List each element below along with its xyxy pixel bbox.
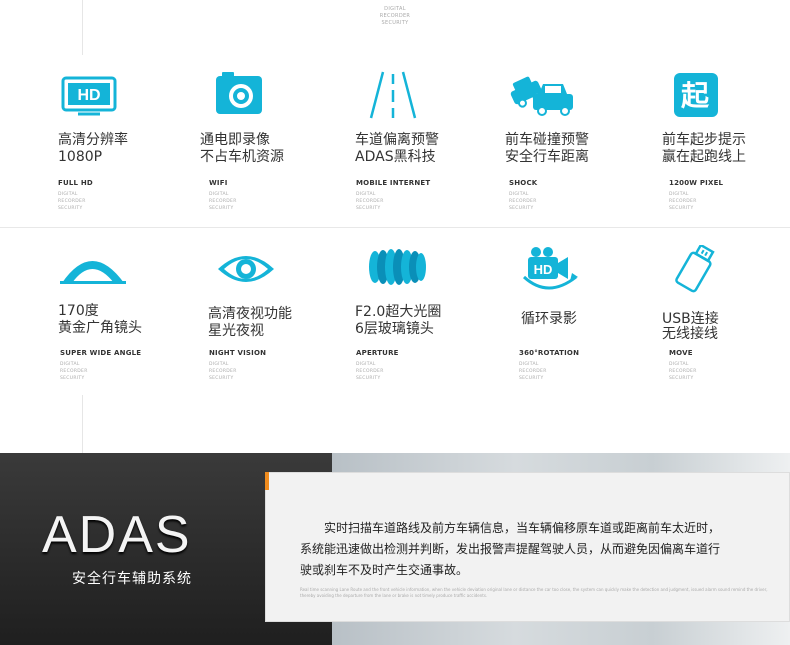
camera-icon (216, 72, 262, 114)
feature-move: USB连接 无线接线 MOVE DIGITAL RECORDER SECURITY (662, 245, 790, 385)
mini-caption: DIGITAL RECORDER SECURITY (669, 362, 697, 381)
adas-fine-print: Real time scanning Lane Route and the fr… (300, 587, 768, 598)
mini-caption: DIGITAL RECORDER SECURITY (60, 362, 88, 381)
feature-night-vision: 高清夜视功能 星光夜视 NIGHT VISION DIGITAL RECORDER… (208, 245, 358, 385)
svg-text:HD: HD (77, 87, 100, 104)
mini-caption: DIGITAL RECORDER SECURITY (209, 192, 237, 211)
mini-caption: DIGITAL RECORDER SECURITY (356, 362, 384, 381)
mini-caption: DIGITAL RECORDER SECURITY (356, 192, 384, 211)
hd-monitor-icon: HD (61, 76, 117, 116)
adas-accent-bar (265, 472, 269, 490)
start-glyph: 起 (680, 79, 709, 112)
hd-recording-loop-icon: HD (522, 247, 578, 290)
row-separator (0, 227, 790, 228)
wide-angle-lens-icon (60, 261, 126, 284)
divider-line (82, 395, 83, 453)
mini-caption: DIGITAL RECORDER SECURITY (209, 362, 237, 381)
adas-logo: ADAS (42, 506, 192, 564)
top-caption: DIGITAL RECORDER SECURITY (379, 6, 411, 26)
glass-lens-stack-icon (369, 249, 426, 285)
feature-aperture: F2.0超大光圈 6层玻璃镜头 APERTURE DIGITAL RECORDER… (355, 245, 505, 385)
usb-stick-icon (675, 245, 715, 293)
car-collision-icon (510, 76, 573, 116)
product-feature-page: { "top_note": ["DIGITAL", "RECORDER", "S… (0, 0, 790, 645)
feature-pixel: 起 前车起步提示 赢在起跑线上 1200W PIXEL DIGITAL RECOR… (662, 70, 790, 220)
eye-icon (218, 256, 274, 282)
feature-mobile-internet: 车道偏离预警 ADAS黑科技 MOBILE INTERNET DIGITAL RE… (355, 70, 505, 220)
adas-subtitle: 安全行车辅助系统 (72, 571, 192, 587)
feature-loop-recording: HD 循环录影 360°ROTATION DIGITAL RECORDER SECU… (518, 245, 668, 385)
feature-wide-angle: 170度 黄金广角镜头 SUPER WIDE ANGLE DIGITAL RECO… (58, 245, 208, 385)
feature-shock: 前车碰撞预警 安全行车距离 SHOCK DIGITAL RECORDER SECUR… (505, 70, 655, 220)
feature-full-hd: HD 高清分辨率 1080P FULL HD DIGITAL RECORDER SE… (58, 70, 208, 220)
mini-caption: DIGITAL RECORDER SECURITY (669, 192, 697, 211)
feature-wifi: 通电即录像 不占车机资源 WIFI DIGITAL RECORDER SECURIT… (200, 70, 350, 220)
divider-line (82, 0, 83, 55)
mini-caption: DIGITAL RECORDER SECURITY (519, 362, 547, 381)
svg-text:HD: HD (534, 262, 553, 277)
lane-road-icon (369, 71, 417, 119)
mini-caption: DIGITAL RECORDER SECURITY (509, 192, 537, 211)
mini-caption: DIGITAL RECORDER SECURITY (58, 192, 86, 211)
adas-description: 实时扫描车道路线及前方车辆信息，当车辆偏移原车道或距离前车太近时， 系统能迅速做… (300, 521, 721, 577)
